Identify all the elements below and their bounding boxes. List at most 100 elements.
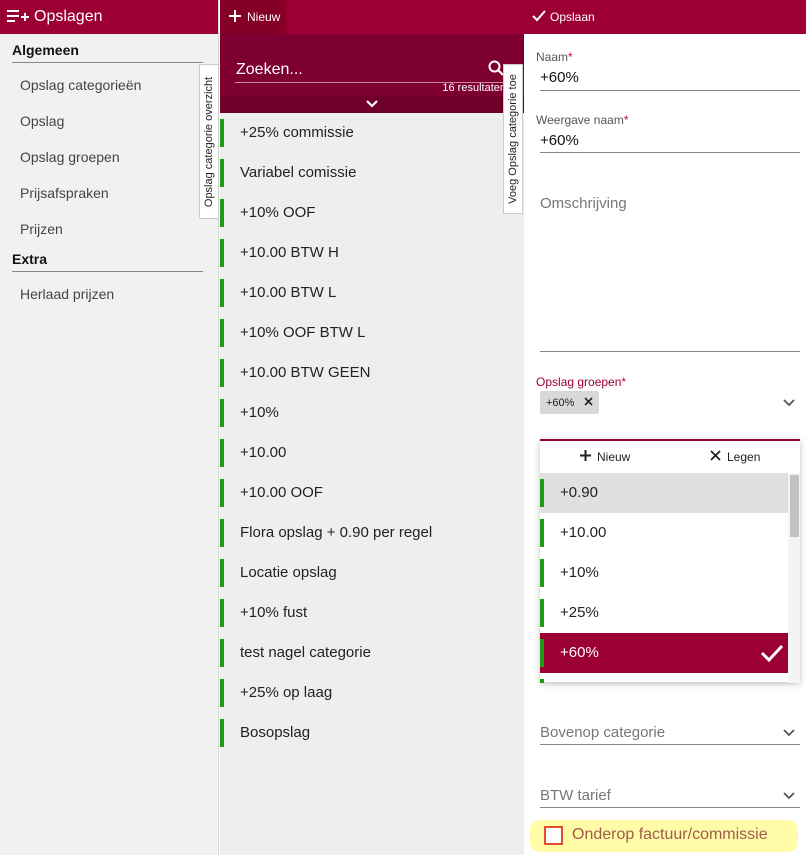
scrollbar-thumb[interactable] (790, 475, 799, 537)
display-name-label: Weergave naam* (536, 113, 629, 127)
new-button[interactable]: Nieuw (220, 0, 286, 34)
list-item[interactable]: +10.00 BTW GEEN (220, 353, 524, 393)
invoice-checkbox-label[interactable]: Onderop factuur/commissie (572, 826, 768, 844)
list-item-label: +10% fust (240, 604, 308, 621)
display-name-field[interactable]: +60% (540, 132, 579, 149)
save-button[interactable]: Opslaan (532, 0, 595, 34)
dropdown-scrollbar[interactable] (788, 473, 800, 683)
display-name-underline (540, 152, 800, 153)
list-item[interactable]: +10% fust (220, 593, 524, 633)
list-item[interactable]: Locatie opslag (220, 553, 524, 593)
tab-category-overview-label: Opslag categorie overzicht (203, 76, 215, 207)
list-item[interactable]: +10% OOF (220, 193, 524, 233)
divider (12, 62, 203, 63)
check-icon (760, 644, 784, 663)
status-bar (220, 599, 224, 627)
status-bar (220, 479, 224, 507)
nav-item-prijzen[interactable]: Prijzen (0, 211, 218, 247)
status-bar (220, 119, 224, 147)
tab-category-overview[interactable]: Opslag categorie overzicht (199, 64, 219, 219)
nav-item-opslag-categorieen[interactable]: Opslag categorieën (0, 67, 218, 103)
list-item[interactable]: +10% (220, 393, 524, 433)
groups-label: Opslag groepen* (536, 375, 627, 389)
list-item[interactable]: test nagel categorie (220, 633, 524, 673)
status-bar (220, 679, 224, 707)
plus-icon (580, 450, 591, 464)
status-bar (220, 239, 224, 267)
tab-add-category[interactable]: Voeg Opslag categorie toe (503, 64, 523, 214)
status-bar (220, 359, 224, 387)
status-bar (540, 679, 544, 683)
dropdown-option[interactable]: +25% (540, 593, 788, 633)
nav-item-herlaad-prijzen[interactable]: Herlaad prijzen (0, 276, 218, 312)
new-button-label: Nieuw (247, 10, 281, 24)
dropdown-actions: Nieuw Legen (540, 441, 800, 473)
status-bar (220, 639, 224, 667)
search-icon[interactable] (488, 60, 504, 76)
list-item[interactable]: +10.00 BTW L (220, 273, 524, 313)
above-category-field[interactable]: Bovenop categorie (540, 724, 665, 741)
list-item[interactable]: +10.00 (220, 433, 524, 473)
close-icon[interactable] (584, 396, 594, 409)
dropdown-option[interactable]: +10% (540, 553, 788, 593)
name-field[interactable]: +60% (540, 69, 579, 86)
name-label: Naam* (536, 50, 573, 64)
list-item[interactable]: Flora opslag + 0.90 per regel (220, 513, 524, 553)
plus-icon (229, 9, 241, 25)
dropdown-option-label: +60% (560, 644, 599, 661)
status-bar (220, 399, 224, 427)
list-item-label: Flora opslag + 0.90 per regel (240, 524, 433, 541)
dropdown-new-label: Nieuw (597, 450, 631, 464)
list-item-label: +10% OOF BTW L (240, 324, 366, 341)
list-item[interactable]: +10.00 BTW H (220, 233, 524, 273)
vat-rate-field[interactable]: BTW tarief (540, 787, 611, 804)
left-navigation: Opslagen Algemeen Opslag categorieën Ops… (0, 0, 219, 855)
playlist-add-icon[interactable] (6, 7, 30, 27)
status-bar (220, 319, 224, 347)
dropdown-option[interactable]: +60% (540, 633, 788, 673)
result-count: 16 resultaten (442, 82, 506, 94)
list-item-label: +10% (240, 404, 279, 421)
list-item-label: test nagel categorie (240, 644, 371, 661)
list-item-label: +10.00 (240, 444, 287, 461)
list-item[interactable]: +10% OOF BTW L (220, 313, 524, 353)
invoice-checkbox[interactable] (544, 826, 563, 845)
chevron-down-icon[interactable] (782, 791, 796, 800)
dropdown-option-label: +10.00 (560, 524, 607, 541)
status-bar (540, 559, 544, 587)
nav-item-prijsafspraken[interactable]: Prijsafspraken (0, 175, 218, 211)
nav-section-title-algemeen: Algemeen (12, 42, 79, 58)
dropdown-option[interactable] (540, 673, 788, 683)
nav-header: Opslagen (0, 0, 218, 34)
list-item-label: Bosopslag (240, 724, 311, 741)
expand-search-toggle[interactable] (220, 96, 524, 113)
dropdown-clear-button[interactable]: Legen (710, 450, 760, 464)
description-underline (540, 351, 800, 352)
description-field[interactable]: Omschrijving (540, 195, 627, 212)
nav-item-opslag-groepen[interactable]: Opslag groepen (0, 139, 218, 175)
check-icon (532, 9, 546, 25)
chevron-down-icon[interactable] (782, 398, 796, 407)
dropdown-clear-label: Legen (727, 450, 761, 464)
list-item-label: +25% op laag (240, 684, 333, 701)
groups-dropdown: Nieuw Legen +0.90 +10.00 +10% +25% +60% (540, 439, 800, 683)
list-item-label: +10.00 OOF (240, 484, 323, 501)
list-item[interactable]: +25% commissie (220, 113, 524, 153)
list-item[interactable]: +25% op laag (220, 673, 524, 713)
dropdown-option[interactable]: +0.90 (540, 473, 788, 513)
list-item[interactable]: Variabel comissie (220, 153, 524, 193)
dropdown-new-button[interactable]: Nieuw (580, 450, 630, 464)
dropdown-option[interactable]: +10.00 (540, 513, 788, 553)
group-chip-label: +60% (546, 396, 575, 409)
chevron-down-icon[interactable] (782, 728, 796, 737)
list-item[interactable]: +10.00 OOF (220, 473, 524, 513)
list-item[interactable]: Bosopslag (220, 713, 524, 753)
list-item-label: +25% commissie (240, 124, 354, 141)
dropdown-option-label: +25% (560, 604, 599, 621)
search-input[interactable]: Zoeken... (236, 61, 303, 79)
chevron-down-icon (366, 100, 378, 108)
status-bar (220, 279, 224, 307)
list-item-label: Variabel comissie (240, 164, 357, 181)
divider (12, 271, 203, 272)
nav-item-opslag[interactable]: Opslag (0, 103, 218, 139)
